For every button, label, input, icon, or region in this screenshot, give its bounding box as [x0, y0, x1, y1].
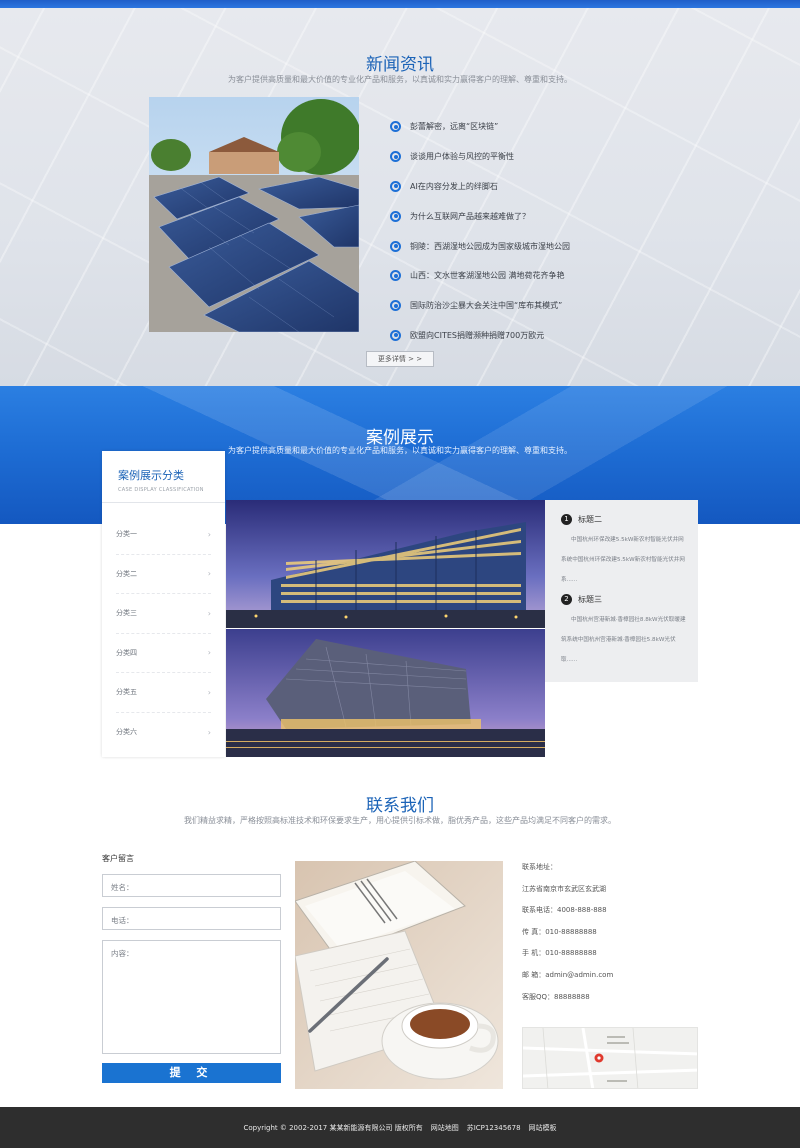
bullet-icon — [390, 300, 401, 312]
case-building-photo-1[interactable] — [226, 500, 545, 628]
solar-panels-photo — [149, 97, 359, 332]
case-item-desc: 中国杭州环保改建5.5kW新农村智能光伏并网系统中国杭州环保改建5.5kW新农村… — [561, 537, 685, 583]
content-textarea[interactable]: 内容： — [102, 940, 281, 1054]
notebook-coffee-photo — [295, 861, 503, 1089]
news-item[interactable]: 铜陵：西湖湿地公园成为国家级城市湿地公园 — [390, 231, 720, 261]
info-address-label: 联系地址： — [522, 863, 557, 871]
category-subtitle: CASE DISPLAY CLASSIFICATION — [118, 487, 204, 493]
category-list: 分类一 › 分类二 › 分类三 › 分类四 › 分类五 › 分类六 › — [102, 503, 225, 752]
location-map[interactable] — [522, 1027, 698, 1089]
case-item-title[interactable]: 1 标题二 — [561, 512, 688, 526]
news-item[interactable]: 山西：文水世客湖湿地公园 满地荷花齐争艳 — [390, 261, 720, 291]
category-item[interactable]: 分类三 › — [116, 594, 211, 634]
news-item[interactable]: AI在内容分发上的绊脚石 — [390, 172, 720, 202]
news-section: 新闻资讯 为客户提供高质量和最大价值的专业化产品和服务，以真诚和实力赢得客户的理… — [0, 8, 800, 386]
info-mobile: 手 机：010-88888888 — [522, 949, 597, 958]
info-email: 邮 箱：admin@admin.com — [522, 970, 614, 979]
news-item[interactable]: 彭蕾解密，远离“区块链” — [390, 112, 720, 142]
bullet-icon — [390, 180, 401, 192]
case-item-desc: 中国杭州宫港新城·香樟园社8.8kW光伏取暖建筑系统中国杭州宫港新城·香樟园社5… — [561, 617, 686, 663]
submit-button[interactable]: 提 交 — [102, 1063, 281, 1083]
category-item[interactable]: 分类五 › — [116, 673, 211, 713]
category-item[interactable]: 分类一 › — [116, 515, 211, 555]
chevron-right-icon: › — [207, 727, 211, 737]
footer-icp-link[interactable]: 苏ICP12345678 — [467, 1123, 521, 1133]
chevron-right-icon: › — [207, 648, 211, 658]
chevron-right-icon: › — [207, 608, 211, 618]
case-building-photo-2[interactable] — [226, 629, 545, 757]
news-subtitle: 为客户提供高质量和最大价值的专业化产品和服务，以真诚和实力赢得客户的理解、尊重和… — [228, 75, 572, 84]
top-accent-bar — [0, 0, 800, 8]
news-item[interactable]: 国际防治沙尘暴大会关注中国“库布其模式” — [390, 291, 720, 321]
bullet-icon — [390, 329, 401, 341]
name-input[interactable]: 姓名： — [102, 874, 281, 897]
info-qq: 客服QQ：88888888 — [522, 992, 590, 1001]
news-list: 彭蕾解密，远离“区块链” 谈谈用户体验与风控的平衡性 AI在内容分发上的绊脚石 … — [390, 112, 720, 350]
footer-sitemap-link[interactable]: 网站地图 — [431, 1123, 459, 1133]
category-item[interactable]: 分类六 › — [116, 713, 211, 753]
case-item-title[interactable]: 2 标题三 — [561, 592, 688, 606]
bullet-icon — [390, 151, 401, 163]
footer-copyright: Copyright © 2002-2017 某某新能源有限公司 版权所有 — [243, 1123, 423, 1132]
news-more-button[interactable]: 更多详情 > > — [366, 351, 434, 367]
info-fax: 传 真：010-88888888 — [522, 927, 597, 936]
category-header: 案例展示分类 CASE DISPLAY CLASSIFICATION — [102, 451, 225, 503]
bullet-icon — [390, 270, 401, 282]
case-category-panel: 案例展示分类 CASE DISPLAY CLASSIFICATION 分类一 › … — [102, 451, 225, 757]
info-phone: 联系电话：4008-888-888 — [522, 906, 607, 915]
news-item[interactable]: 欧盟向CITES捐赠濒种捐赠700万欧元 — [390, 321, 720, 351]
chevron-right-icon: › — [207, 687, 211, 697]
bullet-icon — [390, 210, 401, 222]
form-label: 客户留言 — [102, 854, 134, 863]
contact-title: 联系我们 — [366, 796, 434, 816]
news-item[interactable]: 为什么互联网产品越来越难做了？ — [390, 201, 720, 231]
chevron-right-icon: › — [207, 569, 211, 579]
contact-subtitle: 我们精益求精，严格按照高标准技术和环保要求生产，用心提供引标术做，脂优秀产品，这… — [184, 816, 616, 825]
news-title: 新闻资讯 — [366, 55, 434, 75]
category-item[interactable]: 分类四 › — [116, 634, 211, 673]
case-text-panel: 1 标题二 中国杭州环保改建5.5kW新农村智能光伏并网系统中国杭州环保改建5.5… — [545, 500, 698, 682]
chevron-right-icon: › — [207, 529, 211, 539]
bullet-icon — [390, 240, 401, 252]
phone-input[interactable]: 电话： — [102, 907, 281, 930]
footer-template-link[interactable]: 网站模板 — [529, 1123, 557, 1133]
contact-info: 联系地址： 江苏省南京市玄武区玄武湖 联系电话：4008-888-888 传 真… — [522, 857, 613, 1008]
bullet-icon — [390, 121, 401, 133]
category-item[interactable]: 分类二 › — [116, 555, 211, 594]
footer: Copyright © 2002-2017 某某新能源有限公司 版权所有 网站地… — [0, 1107, 800, 1148]
info-address: 江苏省南京市玄武区玄武湖 — [522, 884, 606, 893]
category-title: 案例展示分类 — [118, 469, 184, 482]
news-item[interactable]: 谈谈用户体验与风控的平衡性 — [390, 142, 720, 172]
